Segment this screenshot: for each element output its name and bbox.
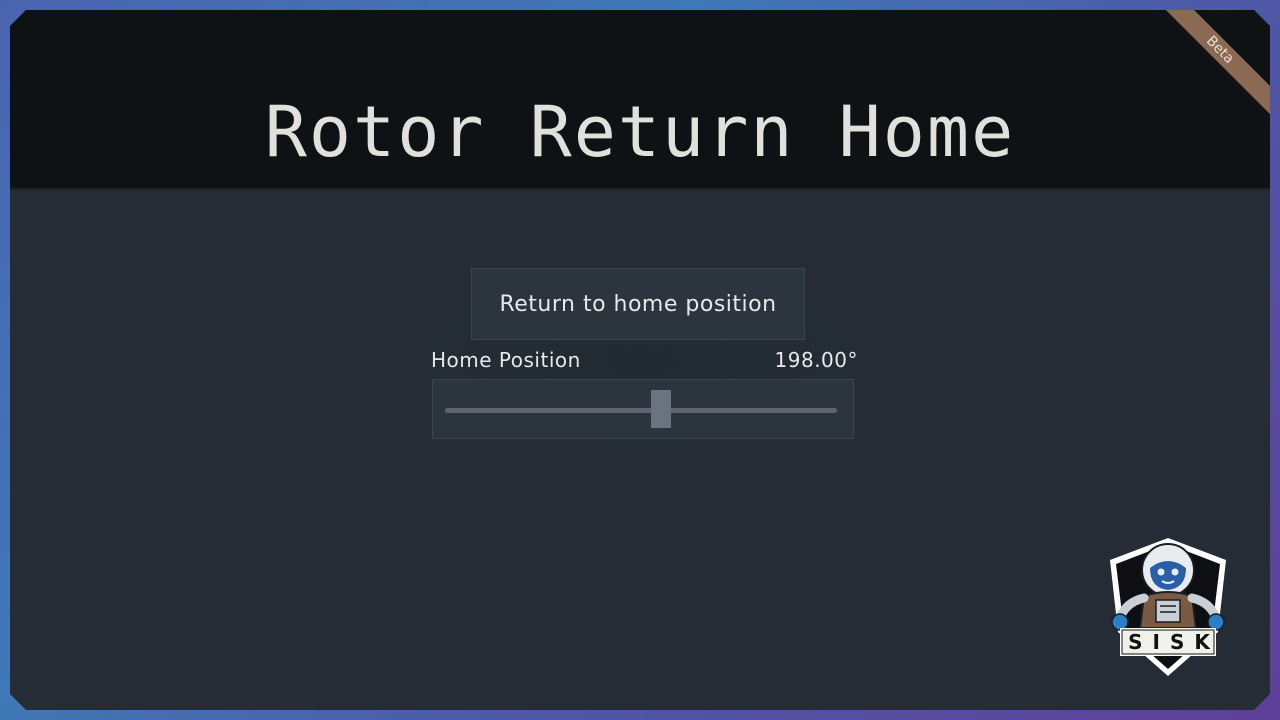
astronaut-shield-icon — [1110, 538, 1226, 676]
logo-text: SISK — [1128, 630, 1220, 654]
home-position-value: 198.00° — [774, 348, 858, 372]
return-home-button[interactable]: Return to home position — [471, 268, 805, 340]
slider-thumb[interactable] — [651, 390, 671, 428]
header-bar: Rotor Return Home — [10, 10, 1270, 190]
slider-track[interactable] — [445, 408, 837, 413]
app-frame: Rotor Return Home Beta Return to home po… — [10, 10, 1270, 710]
home-position-label: Home Position — [431, 348, 581, 372]
home-position-slider[interactable] — [432, 379, 854, 439]
return-home-button-label: Return to home position — [499, 291, 777, 317]
page-title: Rotor Return Home — [264, 91, 1016, 173]
